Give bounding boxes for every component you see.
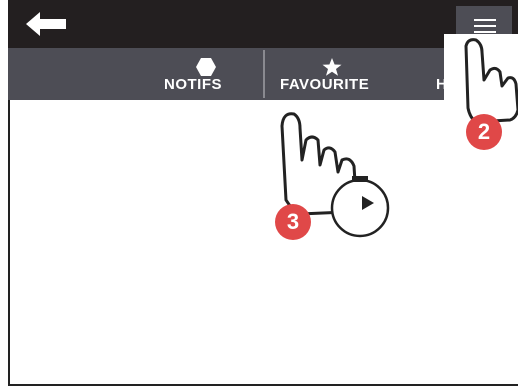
- gesture-overlay: [280, 38, 518, 238]
- step-badge-3: 3: [275, 204, 311, 240]
- tap-hand-icon: [464, 38, 518, 124]
- step-badge-2: 2: [466, 114, 502, 150]
